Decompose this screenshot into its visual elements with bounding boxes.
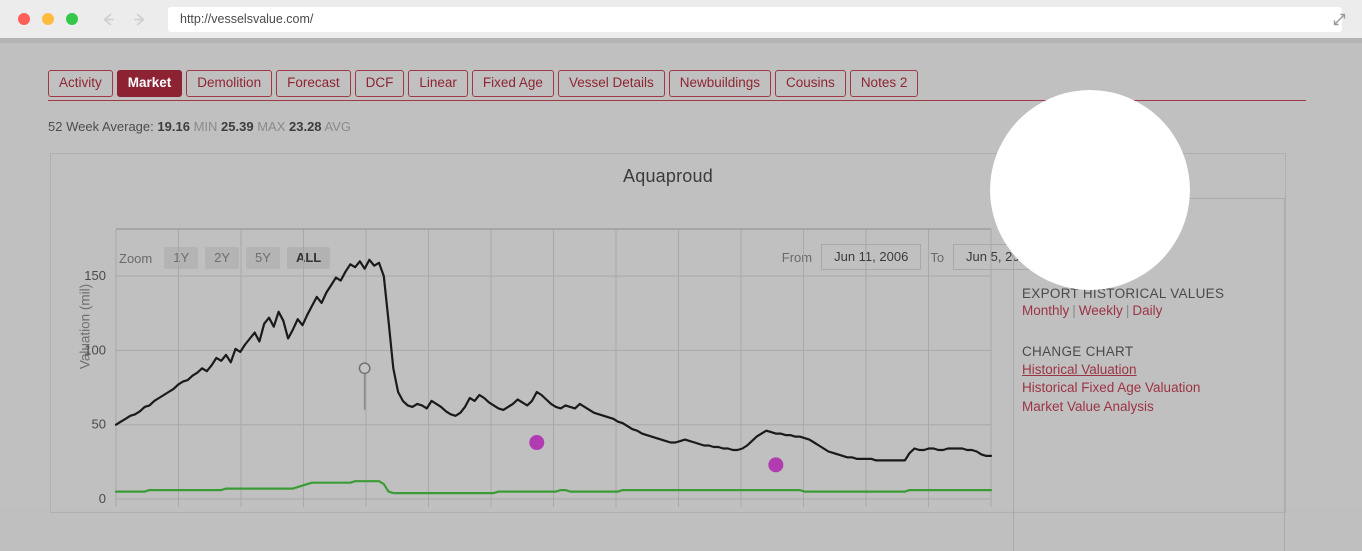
week-average-summary: 52 Week Average: 19.16 MIN 25.39 MAX 23.… <box>48 119 351 134</box>
tab-cousins[interactable]: Cousins <box>775 70 846 97</box>
event-marker-1[interactable] <box>529 435 544 450</box>
summary-avg-label: AVG <box>324 119 351 134</box>
summary-max-label: MAX <box>257 119 285 134</box>
summary-min-label: MIN <box>194 119 218 134</box>
url-text: http://vesselsvalue.com/ <box>180 12 313 26</box>
menu-link-market-value-analysis[interactable]: Market Value Analysis <box>1022 398 1284 416</box>
menu-link-historical-fixed-age-valuation[interactable]: Historical Fixed Age Valuation <box>1022 379 1284 397</box>
export-options: Monthly|Weekly|Daily <box>1022 303 1284 318</box>
summary-min-value: 19.16 <box>157 119 190 134</box>
summary-max-value: 25.39 <box>221 119 254 134</box>
minimize-window-button[interactable] <box>42 13 54 25</box>
y-tick-label: 150 <box>84 268 106 283</box>
back-arrow-icon[interactable] <box>100 11 117 28</box>
menu-heading-export: EXPORT HISTORICAL VALUES <box>1022 286 1284 301</box>
menu-group-chart-guide: CHART GUIDE How to use <box>1022 225 1284 260</box>
menu-link-export-weekly[interactable]: Weekly <box>1079 303 1123 318</box>
menu-link-export-monthly[interactable]: Monthly <box>1022 303 1069 318</box>
tab-notes-2[interactable]: Notes 2 <box>850 70 919 97</box>
menu-heading-chart-guide: CHART GUIDE <box>1022 225 1284 240</box>
summary-prefix: 52 Week Average: <box>48 119 154 134</box>
export-separator-2: | <box>1126 303 1130 318</box>
chart-options-flyout: CHART GUIDE How to use EXPORT HISTORICAL… <box>1013 198 1285 551</box>
event-marker-2[interactable] <box>768 457 783 472</box>
tab-bar: Activity Market Demolition Forecast DCF … <box>48 70 918 97</box>
maximize-window-button[interactable] <box>66 13 78 25</box>
expand-diagonal-icon[interactable] <box>1331 11 1348 28</box>
tab-market[interactable]: Market <box>117 70 183 97</box>
url-input[interactable]: http://vesselsvalue.com/ <box>168 7 1342 32</box>
menu-heading-change-chart: CHANGE CHART <box>1022 344 1284 359</box>
tab-dcf[interactable]: DCF <box>355 70 405 97</box>
tab-bar-underline <box>48 100 1306 101</box>
tab-linear[interactable]: Linear <box>408 70 468 97</box>
page-content: Activity Market Demolition Forecast DCF … <box>0 43 1362 508</box>
menu-link-how-to-use[interactable]: How to use <box>1022 242 1284 260</box>
tab-fixed-age[interactable]: Fixed Age <box>472 70 554 97</box>
window-controls <box>18 13 78 25</box>
y-tick-label: 50 <box>92 417 106 432</box>
export-separator-1: | <box>1072 303 1076 318</box>
tab-activity[interactable]: Activity <box>48 70 113 97</box>
tab-forecast[interactable]: Forecast <box>276 70 351 97</box>
y-tick-label: 0 <box>99 491 106 506</box>
flag-marker[interactable] <box>359 363 369 373</box>
browser-chrome: http://vesselsvalue.com/ <box>0 0 1362 38</box>
close-window-button[interactable] <box>18 13 30 25</box>
menu-link-historical-valuation[interactable]: Historical Valuation <box>1022 361 1284 379</box>
menu-group-export: EXPORT HISTORICAL VALUES Monthly|Weekly|… <box>1022 286 1284 318</box>
tab-newbuildings[interactable]: Newbuildings <box>669 70 771 97</box>
menu-link-export-daily[interactable]: Daily <box>1132 303 1162 318</box>
menu-group-change-chart: CHANGE CHART Historical Valuation Histor… <box>1022 344 1284 416</box>
summary-avg-value: 23.28 <box>289 119 322 134</box>
tab-vessel-details[interactable]: Vessel Details <box>558 70 665 97</box>
forward-arrow-icon[interactable] <box>131 11 148 28</box>
navigation-arrows <box>100 11 148 28</box>
y-tick-label: 100 <box>84 342 106 357</box>
tab-demolition[interactable]: Demolition <box>186 70 272 97</box>
